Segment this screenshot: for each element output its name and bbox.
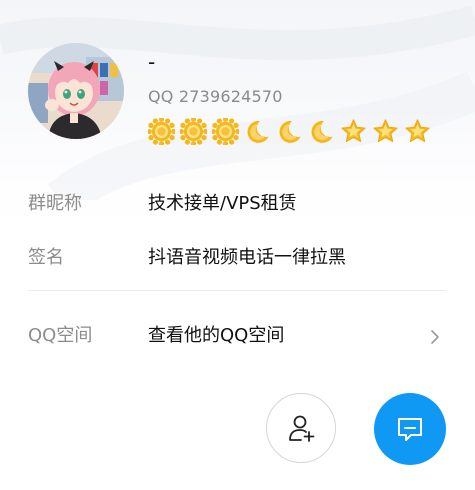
- qzone-label: QQ空间: [28, 325, 93, 346]
- divider: [28, 290, 446, 291]
- add-friend-icon: [289, 415, 315, 442]
- qq-number: QQ 2739624570: [148, 87, 283, 106]
- sun-icon: [148, 117, 175, 145]
- moon-icon: [276, 118, 303, 145]
- nickname: -: [148, 50, 156, 74]
- chevron-right-icon[interactable]: [428, 328, 442, 346]
- sun-icon: [180, 117, 207, 145]
- star-icon: [404, 118, 431, 145]
- signature-value: 抖语音视频电话一律拉黑: [148, 247, 346, 268]
- signature-label: 签名: [28, 247, 64, 268]
- qzone-link[interactable]: 查看他的QQ空间: [148, 324, 284, 348]
- moon-icon: [308, 118, 335, 145]
- star-icon: [340, 118, 367, 145]
- send-message-button[interactable]: [374, 393, 446, 465]
- group-nickname-label: 群昵称: [28, 193, 82, 214]
- sun-icon: [212, 117, 239, 145]
- profile-card: - QQ 2739624570 群昵称 技术接单/VPS租赁 签名 抖语音视频电…: [0, 0, 475, 490]
- qq-level-badges[interactable]: [148, 117, 431, 145]
- star-icon: [372, 118, 399, 145]
- moon-icon: [244, 118, 271, 145]
- add-friend-button[interactable]: [266, 393, 336, 463]
- chat-icon: [398, 418, 422, 441]
- avatar[interactable]: [28, 43, 124, 139]
- group-nickname-value: 技术接单/VPS租赁: [148, 193, 297, 214]
